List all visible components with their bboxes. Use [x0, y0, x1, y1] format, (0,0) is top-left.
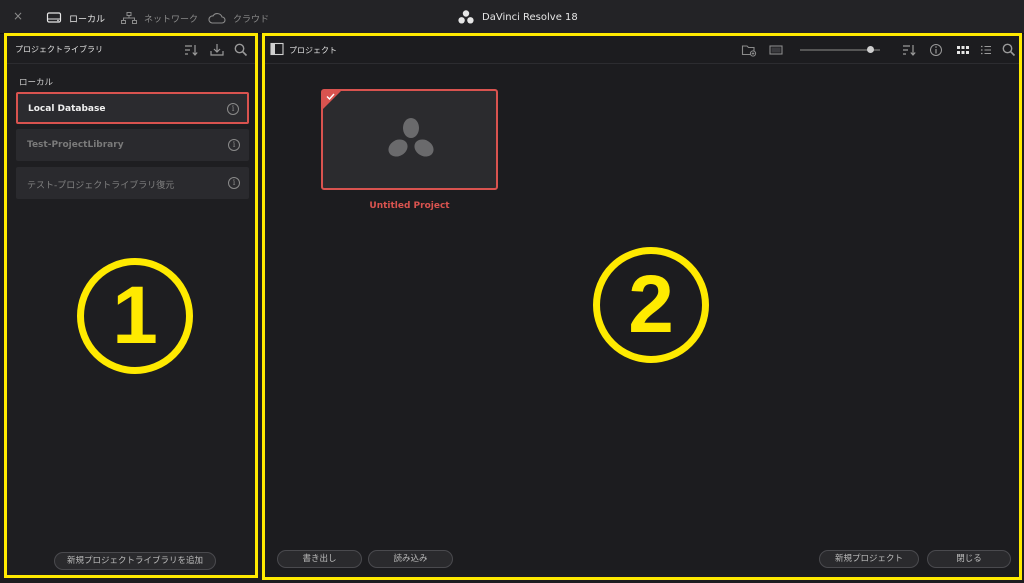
projects-panel: プロジェクト Untitled Project 2 書き出し 読み込み 新規プロ… [262, 33, 1022, 580]
library-item-label: Local Database [28, 104, 106, 114]
tab-cloud-label: クラウド [233, 14, 270, 25]
sort-icon[interactable] [183, 42, 199, 58]
preview-icon[interactable] [768, 42, 784, 58]
cloud-icon [208, 13, 226, 24]
check-icon [326, 93, 335, 100]
list-view-icon[interactable] [978, 42, 994, 58]
app-title-text: DaVinci Resolve 18 [482, 11, 578, 23]
davinci-logo-icon [388, 118, 434, 157]
library-item-local-database[interactable]: Local Database i [16, 92, 249, 124]
annotation-number-2: 2 [593, 247, 709, 363]
tab-local[interactable]: ローカル [46, 9, 105, 27]
projects-panel-title: プロジェクト [289, 46, 337, 55]
local-drive-icon [46, 12, 62, 23]
export-button[interactable]: 書き出し [277, 550, 362, 568]
grid-view-icon[interactable] [955, 42, 971, 58]
info-icon[interactable]: i [228, 139, 240, 151]
library-item-label: Test-ProjectLibrary [27, 140, 124, 150]
library-panel-header: プロジェクトライブラリ [7, 36, 255, 64]
add-project-library-button[interactable]: 新規プロジェクトライブラリを追加 [54, 552, 216, 570]
library-item-test-restore[interactable]: テスト-プロジェクトライブラリ復元 i [16, 167, 249, 199]
davinci-logo-icon [458, 10, 474, 24]
annotation-number-1: 1 [77, 258, 193, 374]
new-project-button[interactable]: 新規プロジェクト [819, 550, 919, 568]
library-item-label: テスト-プロジェクトライブラリ復元 [27, 181, 175, 191]
search-icon[interactable] [1001, 42, 1017, 58]
local-section-label: ローカル [19, 78, 54, 88]
app-title: DaVinci Resolve 18 [458, 10, 578, 24]
info-icon[interactable]: i [228, 177, 240, 189]
network-icon [121, 12, 137, 24]
info-icon[interactable] [928, 42, 944, 58]
tab-local-label: ローカル [69, 14, 106, 25]
top-bar: × ローカル ネットワーク クラウド DaVinci Resolve 18 [0, 0, 1024, 34]
tab-cloud[interactable]: クラウド [208, 9, 269, 27]
close-icon[interactable]: × [11, 9, 25, 23]
search-icon[interactable] [233, 42, 249, 58]
close-button[interactable]: 閉じる [927, 550, 1011, 568]
tab-network-label: ネットワーク [144, 14, 199, 25]
library-item-test-projectlibrary[interactable]: Test-ProjectLibrary i [16, 129, 249, 161]
thumbnail-zoom-handle[interactable] [867, 46, 874, 53]
projects-panel-header: プロジェクト [265, 36, 1019, 64]
project-name-label[interactable]: Untitled Project [321, 201, 498, 211]
tab-network[interactable]: ネットワーク [121, 9, 198, 27]
new-folder-icon[interactable] [741, 42, 757, 58]
library-panel-title: プロジェクトライブラリ [15, 45, 103, 54]
project-library-panel: プロジェクトライブラリ ローカル Local Database i Test-P… [4, 33, 258, 578]
toggle-sidebar-icon[interactable] [270, 42, 284, 56]
info-icon[interactable]: i [227, 103, 239, 115]
import-button[interactable]: 読み込み [368, 550, 453, 568]
import-library-icon[interactable] [209, 42, 225, 58]
project-thumbnail-untitled[interactable] [321, 89, 498, 190]
sort-icon[interactable] [901, 42, 917, 58]
